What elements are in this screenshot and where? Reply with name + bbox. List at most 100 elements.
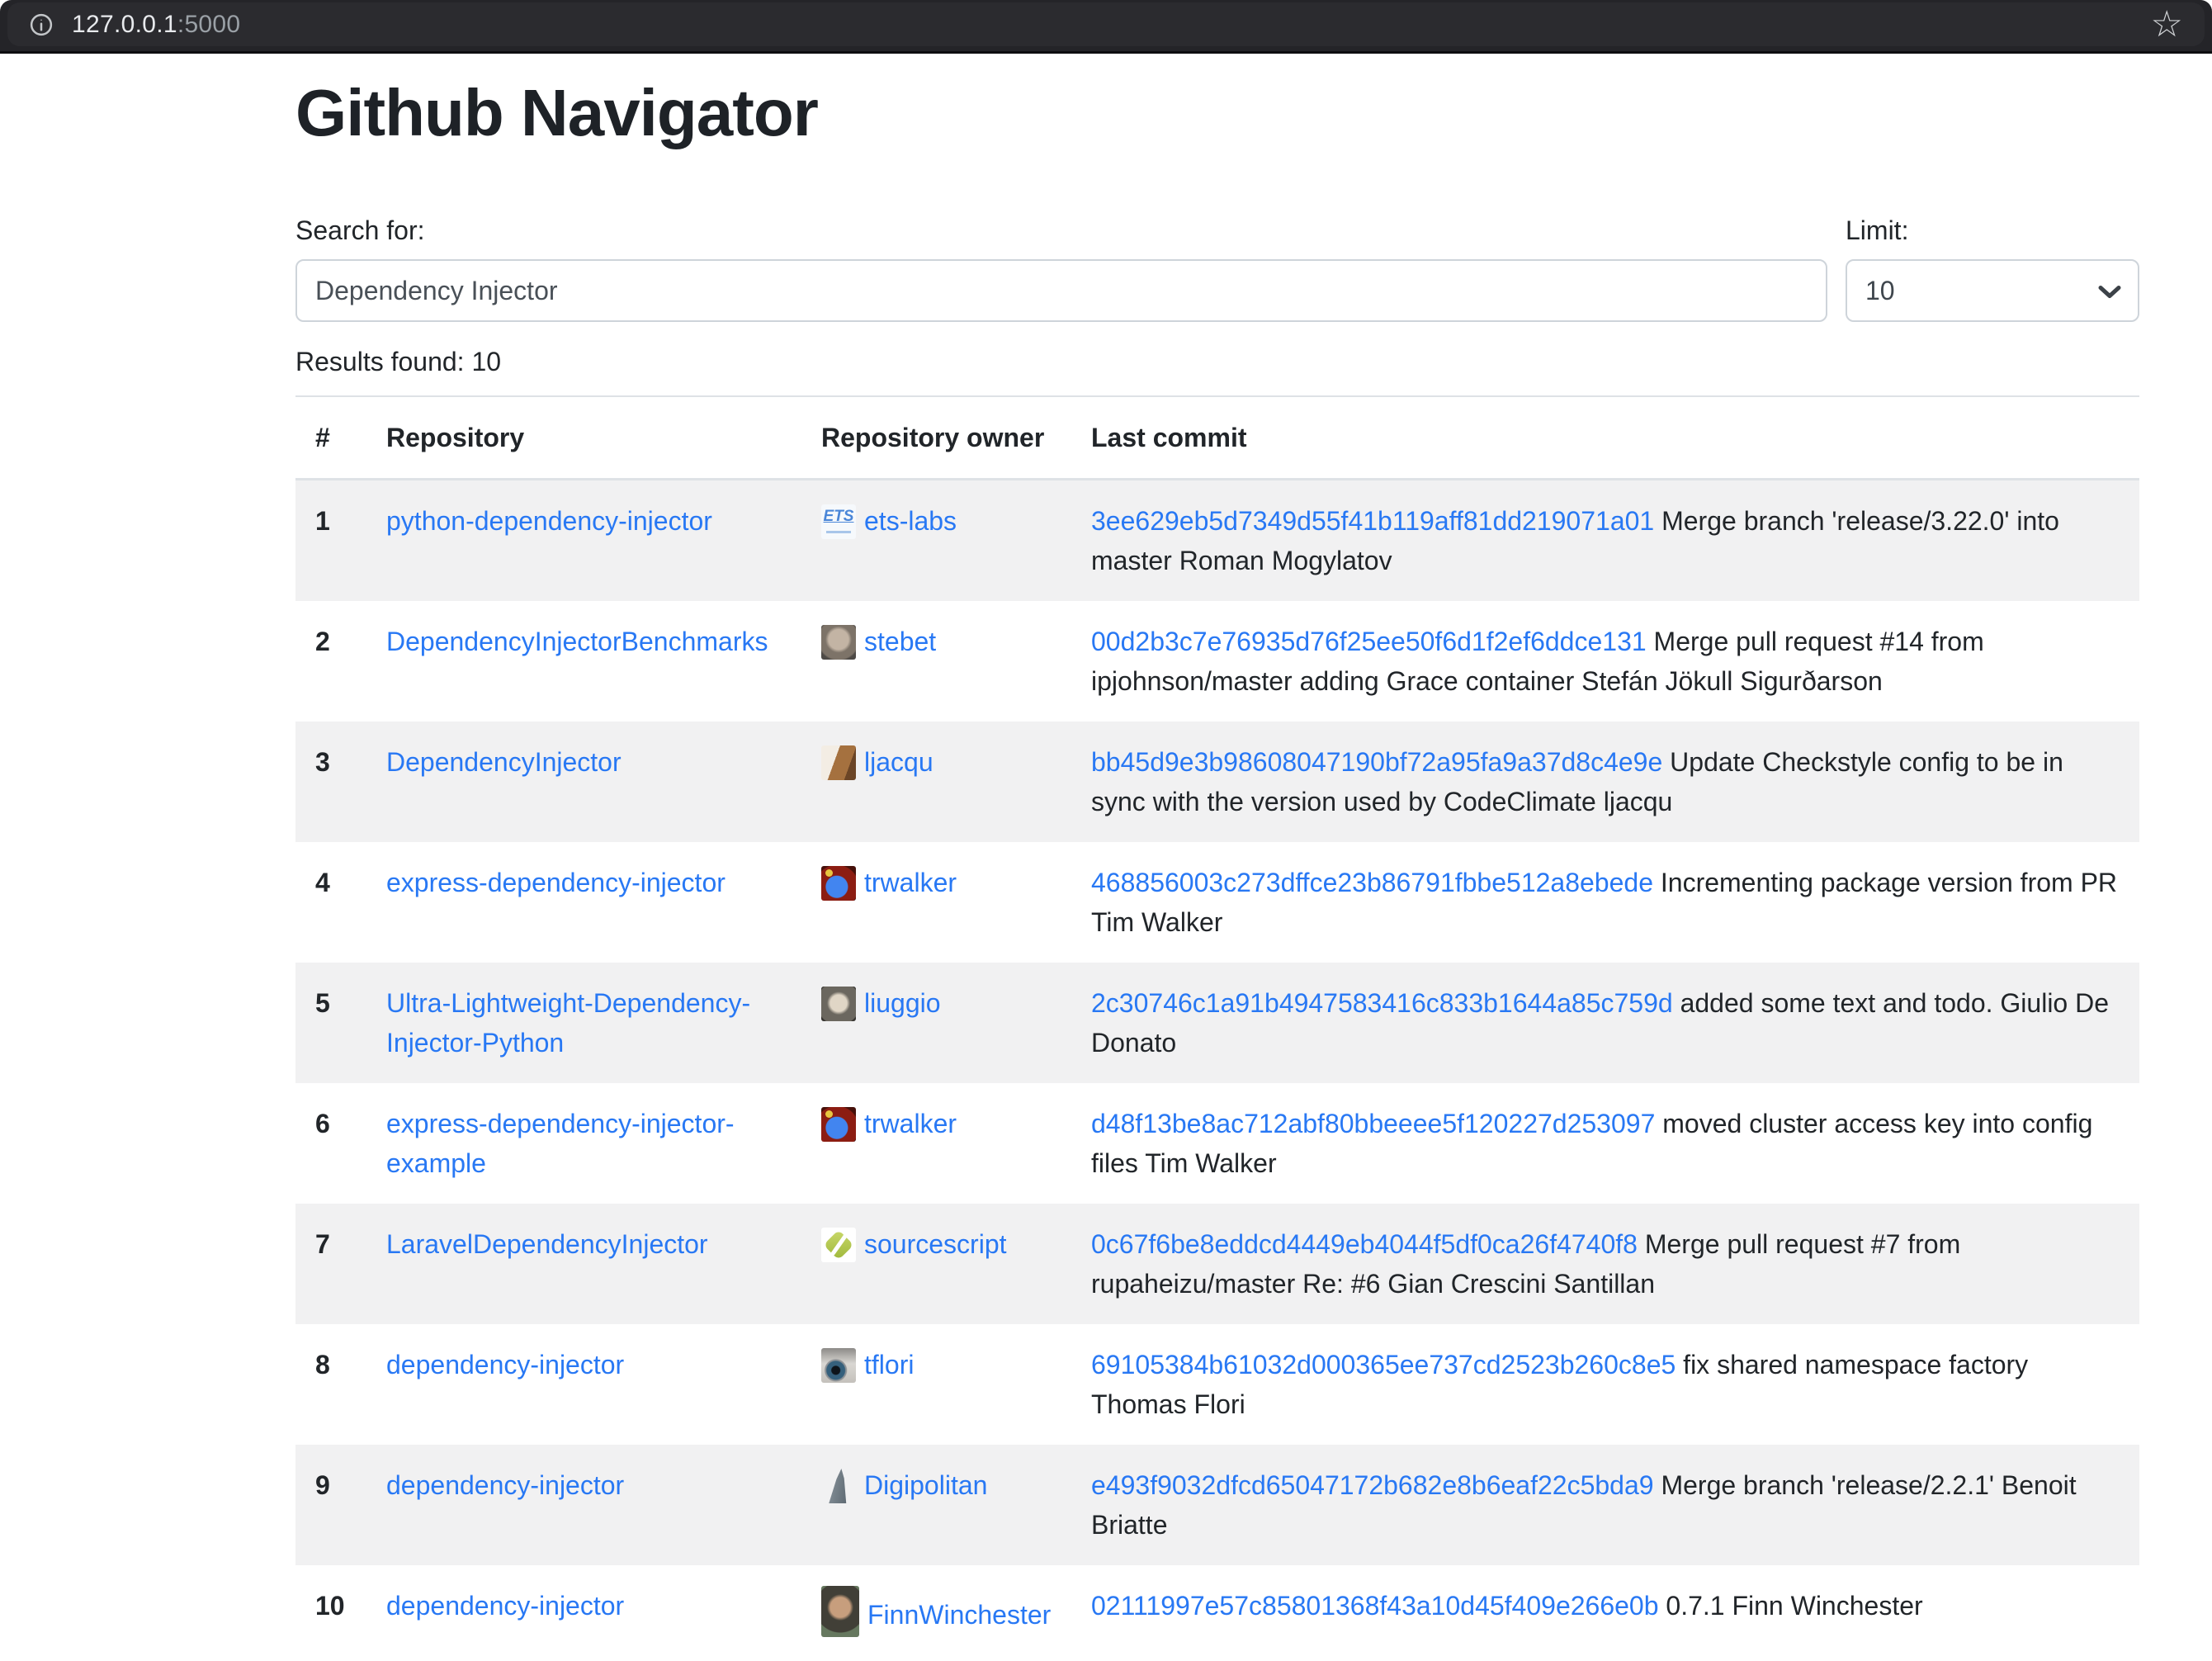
results-summary: Results found: 10 bbox=[295, 347, 2139, 377]
owner-cell: liuggio bbox=[801, 963, 1071, 1083]
owner-link[interactable]: Digipolitan bbox=[864, 1470, 987, 1500]
commit-hash-link[interactable]: 0c67f6be8eddcd4449eb4044f5df0ca26f4740f8 bbox=[1091, 1229, 1638, 1259]
repository-cell: dependency-injector bbox=[366, 1445, 801, 1565]
repository-link[interactable]: LaravelDependencyInjector bbox=[386, 1229, 708, 1259]
page-title: Github Navigator bbox=[295, 75, 2139, 151]
owner-link[interactable]: trwalker bbox=[864, 1109, 957, 1138]
repository-cell: dependency-injector bbox=[366, 1565, 801, 1658]
header-last-commit: Last commit bbox=[1071, 396, 2139, 480]
owner-cell: tflori bbox=[801, 1324, 1071, 1445]
commit-hash-link[interactable]: 02111997e57c85801368f43a10d45f409e266e0b bbox=[1091, 1591, 1659, 1621]
header-repository: Repository bbox=[366, 396, 801, 480]
owner-cell: stebet bbox=[801, 601, 1071, 722]
last-commit-cell: 3ee629eb5d7349d55f41b119aff81dd219071a01… bbox=[1071, 480, 2139, 602]
url-text[interactable]: 127.0.0.1:5000 bbox=[72, 11, 240, 39]
owner-cell: FinnWinchester bbox=[801, 1565, 1071, 1658]
limit-select[interactable]: 10 bbox=[1846, 259, 2139, 322]
last-commit-cell: 0c67f6be8eddcd4449eb4044f5df0ca26f4740f8… bbox=[1071, 1204, 2139, 1324]
row-number: 9 bbox=[295, 1445, 366, 1565]
commit-hash-link[interactable]: 00d2b3c7e76935d76f25ee50f6d1f2ef6ddce131 bbox=[1091, 627, 1647, 656]
commit-hash-link[interactable]: d48f13be8ac712abf80bbeeee5f120227d253097 bbox=[1091, 1109, 1655, 1138]
owner-link[interactable]: liuggio bbox=[864, 988, 941, 1018]
repository-link[interactable]: express-dependency-injector bbox=[386, 868, 726, 897]
last-commit-cell: d48f13be8ac712abf80bbeeee5f120227d253097… bbox=[1071, 1083, 2139, 1204]
table-row: 3DependencyInjectorljacqubb45d9e3b986080… bbox=[295, 722, 2139, 842]
main-content: Github Navigator Search for: Limit: 10 R… bbox=[295, 54, 2139, 1658]
row-number: 4 bbox=[295, 842, 366, 963]
owner-link[interactable]: ljacqu bbox=[864, 747, 933, 777]
last-commit-cell: 468856003c273dffce23b86791fbbe512a8ebede… bbox=[1071, 842, 2139, 963]
tflori-eye-photo-icon bbox=[821, 1348, 856, 1383]
row-number: 1 bbox=[295, 480, 366, 602]
finnwinchester-photo-icon bbox=[821, 1586, 859, 1637]
row-number: 6 bbox=[295, 1083, 366, 1204]
repository-link[interactable]: dependency-injector bbox=[386, 1470, 624, 1500]
table-row: 8 dependency-injector tflori 69105384b61032… bbox=[295, 1324, 2139, 1445]
owner-link[interactable]: FinnWinchester bbox=[867, 1600, 1051, 1630]
commit-hash-link[interactable]: 69105384b61032d000365ee737cd2523b260c8e5 bbox=[1091, 1350, 1676, 1379]
owner-cell: trwalker bbox=[801, 842, 1071, 963]
table-header-row: # Repository Repository owner Last commi… bbox=[295, 396, 2139, 480]
owner-link[interactable]: sourcescript bbox=[864, 1229, 1007, 1259]
table-row: 5 Ultra-Lightweight-Dependency-Injector-P… bbox=[295, 963, 2139, 1083]
header-number: # bbox=[295, 396, 366, 480]
repository-cell: DependencyInjectorBenchmarks bbox=[366, 601, 801, 722]
commit-hash-link[interactable]: 3ee629eb5d7349d55f41b119aff81dd219071a01 bbox=[1091, 506, 1654, 536]
commit-hash-link[interactable]: e493f9032dfcd65047172b682e8b6eaf22c5bda9 bbox=[1091, 1470, 1654, 1500]
last-commit-cell: 00d2b3c7e76935d76f25ee50f6d1f2ef6ddce131… bbox=[1071, 601, 2139, 722]
row-number: 10 bbox=[295, 1565, 366, 1658]
header-repository-owner: Repository owner bbox=[801, 396, 1071, 480]
repository-cell: express-dependency-injector-example bbox=[366, 1083, 801, 1204]
repository-cell: dependency-injector bbox=[366, 1324, 801, 1445]
owner-cell: ETS ets-labs bbox=[801, 480, 1071, 602]
limit-select-wrap: 10 bbox=[1846, 259, 2139, 322]
repository-link[interactable]: dependency-injector bbox=[386, 1350, 624, 1379]
ets-labs-logo-icon: ETS bbox=[821, 504, 856, 539]
owner-cell: ljacqu bbox=[801, 722, 1071, 842]
repository-link[interactable]: python-dependency-injector bbox=[386, 506, 712, 536]
owner-link[interactable]: tflori bbox=[864, 1350, 914, 1379]
repository-link[interactable]: dependency-injector bbox=[386, 1591, 624, 1621]
owner-cell: Digipolitan bbox=[801, 1445, 1071, 1565]
commit-message: 0.7.1 Finn Winchester bbox=[1666, 1591, 1922, 1621]
owner-cell: sourcescript bbox=[801, 1204, 1071, 1324]
repository-link[interactable]: DependencyInjectorBenchmarks bbox=[386, 627, 768, 656]
owner-link[interactable]: ets-labs bbox=[864, 506, 957, 536]
owner-cell: trwalker bbox=[801, 1083, 1071, 1204]
table-row: 2DependencyInjectorBenchmarksstebet00d2b… bbox=[295, 601, 2139, 722]
table-row: 10 dependency-injector FinnWinchester 02111… bbox=[295, 1565, 2139, 1658]
url-host: 127.0.0.1 bbox=[72, 11, 177, 38]
repository-cell: DependencyInjector bbox=[366, 722, 801, 842]
url-port: :5000 bbox=[177, 11, 241, 38]
last-commit-cell: 02111997e57c85801368f43a10d45f409e266e0b… bbox=[1071, 1565, 2139, 1658]
row-number: 8 bbox=[295, 1324, 366, 1445]
last-commit-cell: 2c30746c1a91b4947583416c833b1644a85c759d… bbox=[1071, 963, 2139, 1083]
last-commit-cell: 69105384b61032d000365ee737cd2523b260c8e5… bbox=[1071, 1324, 2139, 1445]
commit-hash-link[interactable]: 468856003c273dffce23b86791fbbe512a8ebede bbox=[1091, 868, 1653, 897]
table-row: 4 express-dependency-injector trwalker 4688… bbox=[295, 842, 2139, 963]
commit-hash-link[interactable]: bb45d9e3b98608047190bf72a95fa9a37d8c4e9e bbox=[1091, 747, 1662, 777]
last-commit-cell: bb45d9e3b98608047190bf72a95fa9a37d8c4e9e… bbox=[1071, 722, 2139, 842]
table-row: 1 python-dependency-injector ETS ets-labs 3e… bbox=[295, 480, 2139, 602]
omnibox[interactable]: 127.0.0.1:5000 ☆ bbox=[7, 2, 2205, 46]
repository-cell: express-dependency-injector bbox=[366, 842, 801, 963]
row-number: 5 bbox=[295, 963, 366, 1083]
repository-link[interactable]: express-dependency-injector-example bbox=[386, 1109, 735, 1178]
browser-address-bar: 127.0.0.1:5000 ☆ bbox=[0, 0, 2212, 54]
trwalker-bird-photo-icon bbox=[821, 1107, 856, 1142]
owner-link[interactable]: stebet bbox=[864, 627, 936, 656]
search-input[interactable] bbox=[295, 259, 1827, 322]
search-column: Search for: bbox=[295, 215, 1827, 322]
repository-link[interactable]: DependencyInjector bbox=[386, 747, 622, 777]
site-info-icon[interactable] bbox=[29, 12, 54, 37]
repository-link[interactable]: Ultra-Lightweight-Dependency-Injector-Py… bbox=[386, 988, 750, 1058]
table-row: 9 dependency-injector Digipolitan e493f9032… bbox=[295, 1445, 2139, 1565]
table-row: 7LaravelDependencyInjectorsourcescript0c… bbox=[295, 1204, 2139, 1324]
ljacqu-photo-icon bbox=[821, 745, 856, 780]
owner-link[interactable]: trwalker bbox=[864, 868, 957, 897]
bookmark-star-icon[interactable]: ☆ bbox=[2151, 7, 2183, 43]
stebet-photo-icon bbox=[821, 625, 856, 660]
sourcescript-green-diamond-logo-icon bbox=[821, 1228, 856, 1262]
repositories-table: # Repository Repository owner Last commi… bbox=[295, 395, 2139, 1658]
commit-hash-link[interactable]: 2c30746c1a91b4947583416c833b1644a85c759d bbox=[1091, 988, 1673, 1018]
